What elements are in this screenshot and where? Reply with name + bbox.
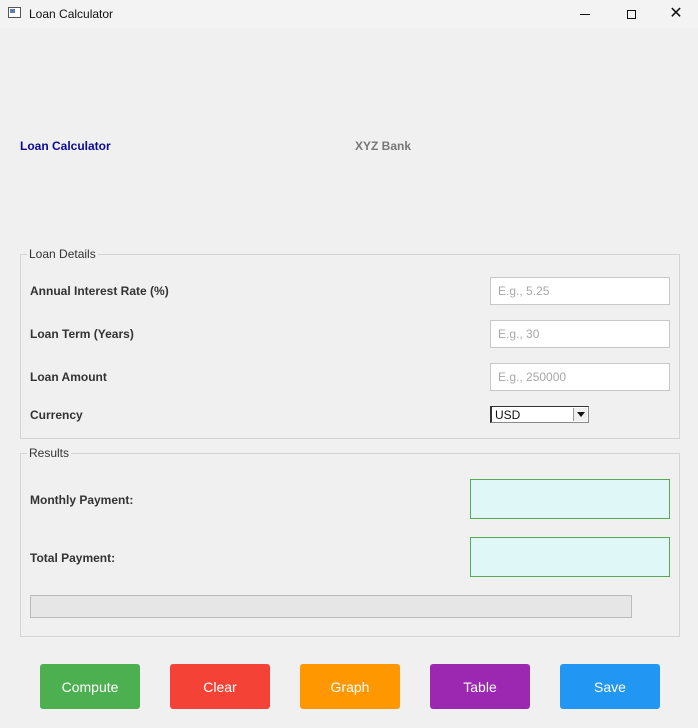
app-window-icon — [8, 7, 21, 18]
currency-label: Currency — [30, 408, 83, 422]
header-title: Loan Calculator — [20, 139, 111, 153]
minimize-icon — [580, 13, 590, 15]
results-group: Results Monthly Payment: Total Payment: — [20, 446, 680, 637]
interest-rate-input[interactable] — [490, 277, 670, 305]
currency-selected-value: USD — [495, 408, 521, 422]
clear-button[interactable]: Clear — [170, 664, 270, 709]
loan-term-input[interactable] — [490, 320, 670, 348]
progress-bar — [30, 595, 632, 618]
close-icon: ✕ — [669, 5, 683, 22]
minimize-button[interactable] — [562, 0, 608, 28]
loan-amount-label: Loan Amount — [30, 370, 107, 384]
loan-term-label: Loan Term (Years) — [30, 327, 134, 341]
total-payment-label: Total Payment: — [30, 551, 116, 565]
loan-details-legend: Loan Details — [27, 247, 98, 261]
results-legend: Results — [27, 446, 72, 460]
bank-name: XYZ Bank — [355, 139, 412, 153]
compute-button[interactable]: Compute — [40, 664, 140, 709]
loan-amount-input[interactable] — [490, 363, 670, 391]
monthly-payment-label: Monthly Payment: — [30, 493, 134, 507]
window-title: Loan Calculator — [29, 7, 114, 21]
maximize-button[interactable] — [608, 0, 654, 28]
loan-details-group: Loan Details Annual Interest Rate (%) Lo… — [20, 247, 680, 439]
interest-rate-label: Annual Interest Rate (%) — [30, 284, 169, 298]
table-button[interactable]: Table — [430, 664, 530, 709]
maximize-icon — [626, 9, 636, 19]
total-payment-output — [470, 537, 670, 577]
title-bar: Loan Calculator ✕ — [0, 0, 698, 28]
monthly-payment-output — [470, 479, 670, 519]
chevron-down-icon[interactable] — [573, 408, 587, 421]
currency-select[interactable]: USD — [490, 406, 589, 423]
graph-button[interactable]: Graph — [300, 664, 400, 709]
close-button[interactable]: ✕ — [653, 0, 698, 28]
save-button[interactable]: Save — [560, 664, 660, 709]
